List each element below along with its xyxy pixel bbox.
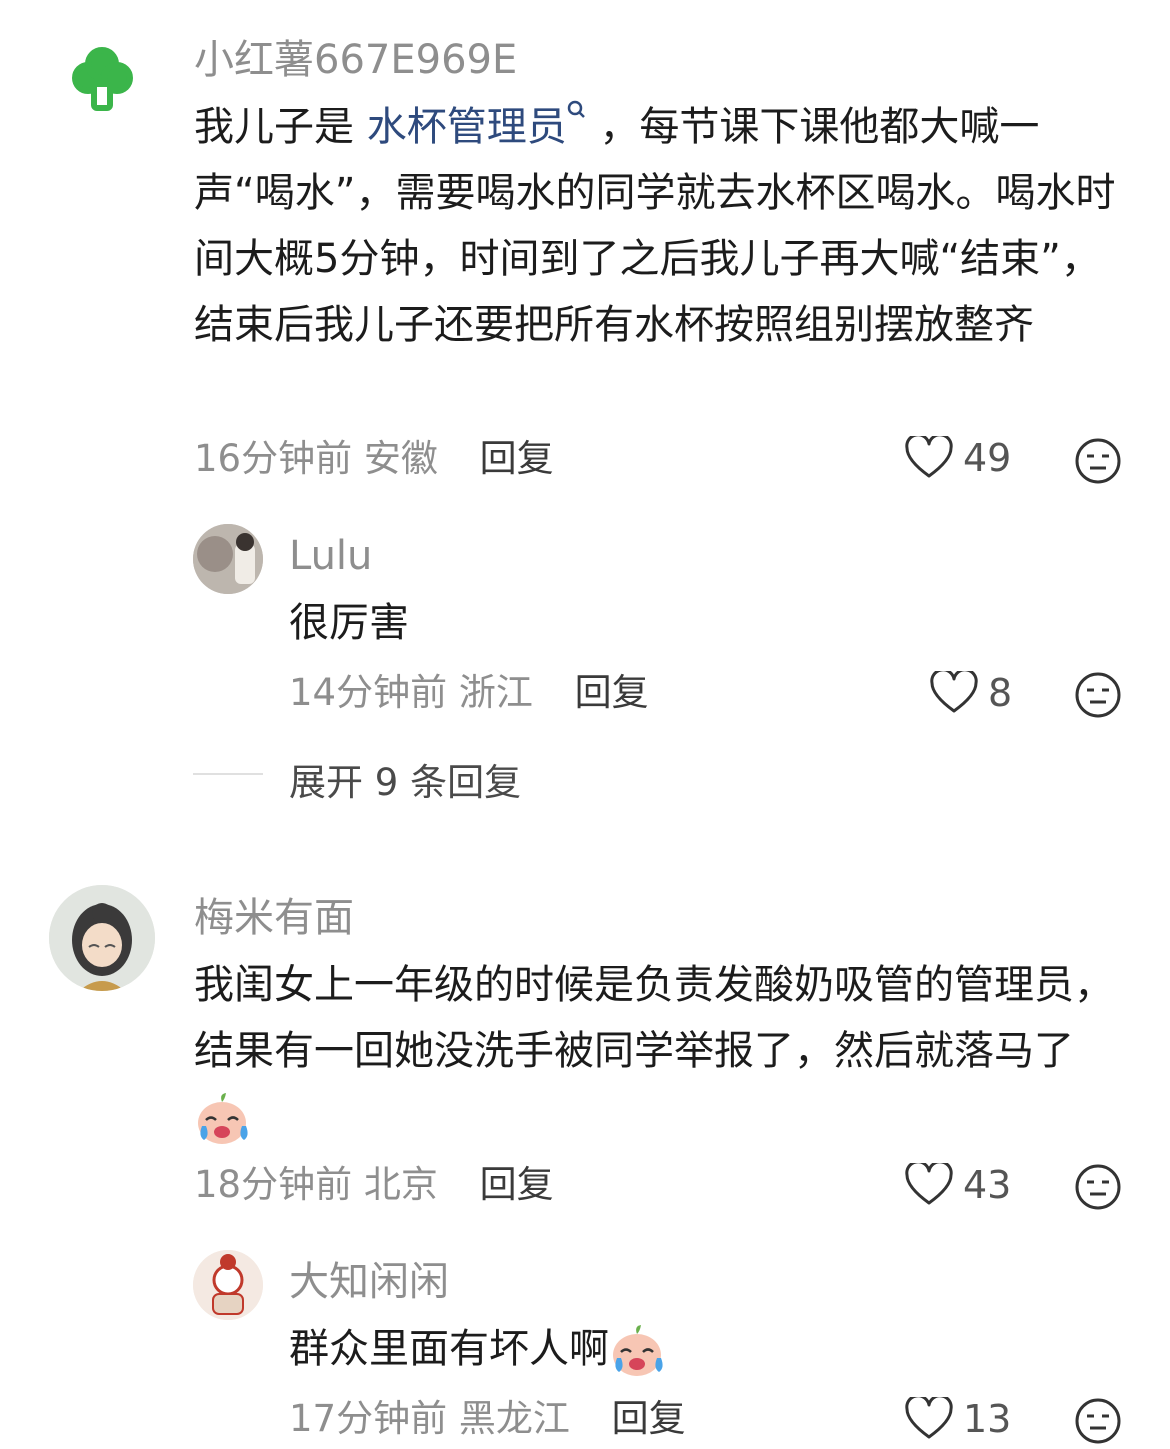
reply-location: 浙江 bbox=[458, 671, 533, 714]
like-count: 43 bbox=[963, 1163, 1012, 1207]
neutral-face-icon bbox=[1075, 1164, 1121, 1210]
comment-time: 16分钟前 bbox=[194, 437, 353, 480]
avatar[interactable] bbox=[62, 40, 142, 120]
reply-time: 14分钟前 bbox=[289, 671, 448, 714]
reply-button[interactable]: 回复 bbox=[575, 671, 649, 714]
comment-time: 18分钟前 bbox=[194, 1163, 353, 1206]
cartoon-avatar-icon bbox=[193, 1250, 263, 1320]
reply-username[interactable]: Lulu bbox=[289, 532, 372, 580]
crying-emoji-icon bbox=[198, 1093, 248, 1144]
reply-location: 黑龙江 bbox=[458, 1397, 570, 1440]
reply-button[interactable]: 回复 bbox=[480, 1163, 554, 1206]
comment-text: 我闺女上一年级的时候是负责发酸奶吸管的管理员，结果有一回她没洗手被同学举报了，然… bbox=[194, 952, 1124, 1150]
reply-text-part: 群众里面有坏人啊 bbox=[289, 1326, 609, 1372]
topic-link[interactable]: 水杯管理员 bbox=[366, 100, 600, 150]
avatar[interactable] bbox=[49, 885, 155, 991]
avatar[interactable] bbox=[193, 524, 263, 594]
cartoon-girl-avatar-icon bbox=[49, 885, 155, 991]
reply-text: 很厉害 bbox=[289, 600, 409, 646]
comment-meta: 18分钟前 北京 回复 bbox=[194, 1162, 554, 1208]
like-button[interactable]: 49 bbox=[905, 436, 1011, 480]
crying-emoji-icon bbox=[613, 1325, 663, 1376]
topic-link-label: 水杯管理员 bbox=[366, 104, 567, 150]
like-button[interactable]: 43 bbox=[905, 1163, 1011, 1207]
comment-text: 我儿子是 水杯管理员 ，每节课下课他都大喊一声“喝水”，需要喝水的同学就去水杯区… bbox=[194, 94, 1134, 358]
heart-icon bbox=[905, 1397, 953, 1439]
comment-meta: 16分钟前 安徽 回复 bbox=[194, 436, 554, 482]
reply-username[interactable]: 大知闲闲 bbox=[289, 1258, 449, 1306]
reply-button[interactable]: 回复 bbox=[480, 437, 554, 480]
dislike-button[interactable] bbox=[1074, 1163, 1122, 1211]
reply-button[interactable]: 回复 bbox=[612, 1397, 686, 1440]
reply-time: 17分钟前 bbox=[289, 1397, 448, 1440]
like-count: 8 bbox=[988, 671, 1013, 715]
reply-meta: 17分钟前 黑龙江 回复 bbox=[289, 1396, 686, 1442]
reply-text: 群众里面有坏人啊 bbox=[289, 1316, 665, 1382]
comment-location: 安徽 bbox=[363, 437, 438, 480]
like-button[interactable]: 13 bbox=[905, 1397, 1011, 1441]
expand-divider bbox=[193, 773, 263, 775]
comment-location: 北京 bbox=[363, 1163, 438, 1206]
like-count: 13 bbox=[963, 1397, 1012, 1441]
comment-username[interactable]: 梅米有面 bbox=[194, 894, 354, 942]
like-button[interactable]: 8 bbox=[930, 671, 1012, 715]
broccoli-avatar-icon bbox=[72, 47, 133, 111]
like-count: 49 bbox=[963, 436, 1012, 480]
dislike-button[interactable] bbox=[1074, 1397, 1122, 1445]
comment-username[interactable]: 小红薯667E969E bbox=[194, 36, 517, 84]
reply-meta: 14分钟前 浙江 回复 bbox=[289, 670, 649, 716]
heart-icon bbox=[905, 436, 953, 478]
dislike-button[interactable] bbox=[1074, 671, 1122, 719]
heart-icon bbox=[930, 671, 978, 713]
comment-text-part: 我儿子是 bbox=[194, 104, 354, 150]
neutral-face-icon bbox=[1075, 1398, 1121, 1444]
expand-replies-button[interactable]: 展开 9 条回复 bbox=[289, 752, 521, 806]
comment-text-part: 我闺女上一年级的时候是负责发酸奶吸管的管理员，结果有一回她没洗手被同学举报了，然… bbox=[194, 962, 1114, 1074]
dislike-button[interactable] bbox=[1074, 437, 1122, 485]
search-icon bbox=[567, 100, 585, 118]
avatar[interactable] bbox=[193, 1250, 263, 1320]
neutral-face-icon bbox=[1075, 438, 1121, 484]
photo-avatar-icon bbox=[193, 524, 263, 594]
heart-icon bbox=[905, 1163, 953, 1205]
neutral-face-icon bbox=[1075, 672, 1121, 718]
